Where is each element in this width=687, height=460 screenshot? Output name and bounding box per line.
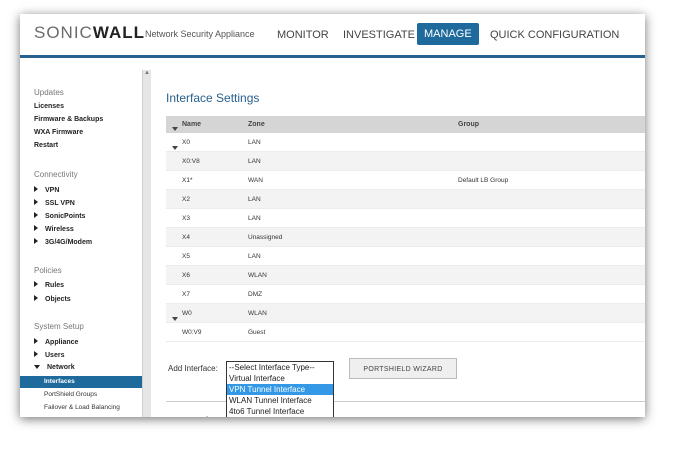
row-zone: WLAN [248, 310, 267, 317]
table-row[interactable]: X1* WAN Default LB Group [166, 171, 645, 190]
row-group: Default LB Group [458, 177, 509, 184]
expand-arrow-icon [34, 351, 38, 357]
table-row[interactable]: X2 LAN [166, 190, 645, 209]
table-row[interactable]: X5 LAN [166, 247, 645, 266]
row-name: X4 [182, 234, 190, 241]
sidebar-item-3g-4g-modem[interactable]: 3G/4G/Modem [34, 238, 92, 246]
row-zone: WLAN [248, 272, 267, 279]
table-row[interactable]: X4 Unassigned [166, 228, 645, 247]
panel-marker-icon: ▪ [206, 415, 208, 417]
expand-arrow-icon [34, 295, 38, 301]
column-group[interactable]: Group [458, 121, 479, 128]
sidebar-item-users[interactable]: Users [34, 351, 64, 359]
nav-monitor[interactable]: MONITOR [270, 25, 336, 45]
sidebar-item-licenses[interactable]: Licenses [34, 103, 64, 110]
table-row[interactable]: W0 WLAN [166, 304, 645, 323]
table-row[interactable]: W0:V9 Guest [166, 323, 645, 342]
row-name: X2 [182, 196, 190, 203]
sidebar-item-interfaces[interactable]: Interfaces [20, 376, 142, 388]
nav-quick-configuration[interactable]: QUICK CONFIGURATION [483, 25, 626, 45]
sidebar-item-restart[interactable]: Restart [34, 142, 58, 149]
expand-arrow-icon [34, 225, 38, 231]
sidebar-item-wxa-firmware[interactable]: WXA Firmware [34, 129, 83, 136]
column-name[interactable]: Name [182, 121, 201, 128]
expand-arrow-icon [34, 238, 38, 244]
sidebar-section-system-setup: System Setup [34, 322, 84, 331]
table-row[interactable]: X6 WLAN [166, 266, 645, 285]
table-row[interactable]: X0:V8 LAN [166, 152, 645, 171]
row-zone: LAN [248, 215, 261, 222]
dropdown-option[interactable]: 4to6 Tunnel Interface [227, 406, 333, 417]
row-name: X1* [182, 177, 193, 184]
row-zone: LAN [248, 196, 261, 203]
row-name: W0:V9 [182, 329, 202, 336]
dropdown-option-highlighted[interactable]: VPN Tunnel Interface [227, 384, 333, 395]
row-zone: WAN [248, 177, 263, 184]
row-name: X3 [182, 215, 190, 222]
add-interface-label: Add Interface: [168, 364, 218, 373]
sidebar-item-sonicpoints[interactable]: SonicPoints [34, 212, 85, 220]
row-zone: LAN [248, 253, 261, 260]
row-zone: Unassigned [248, 234, 283, 241]
dropdown-option[interactable]: WLAN Tunnel Interface [227, 395, 333, 406]
expand-arrow-icon [34, 212, 38, 218]
row-name: X7 [182, 291, 190, 298]
row-zone: LAN [248, 158, 261, 165]
row-name: W0 [182, 310, 192, 317]
table-row[interactable]: X0 LAN [166, 133, 645, 152]
sidebar-item-failover-load-balancing[interactable]: Failover & Load Balancing [44, 404, 120, 411]
sonicwall-logo: SONICWALL [34, 23, 145, 42]
sidebar-item-portshield-groups[interactable]: PortShield Groups [44, 391, 97, 398]
scroll-up-icon[interactable]: ▲ [143, 70, 151, 78]
row-zone: DMZ [248, 291, 263, 298]
sidebar-item-ssl-vpn[interactable]: SSL VPN [34, 199, 75, 207]
page-title: Interface Settings [166, 91, 260, 105]
row-zone: Guest [248, 329, 266, 336]
sidebar-section-updates: Updates [34, 88, 64, 97]
sidebar-section-connectivity: Connectivity [34, 170, 78, 179]
product-name: Network Security Appliance [145, 29, 255, 39]
collapse-arrow-icon [34, 365, 40, 369]
table-row[interactable]: X3 LAN [166, 209, 645, 228]
table-row[interactable]: X7 DMZ [166, 285, 645, 304]
expand-arrow-icon [34, 199, 38, 205]
expand-arrow-icon [34, 338, 38, 344]
sidebar-scrollbar[interactable]: ▲ [142, 70, 151, 417]
sidebar-item-appliance[interactable]: Appliance [34, 338, 78, 346]
dropdown-option[interactable]: Virtual Interface [227, 373, 333, 384]
sidebar-section-policies: Policies [34, 266, 62, 275]
expand-arrow-icon [34, 186, 38, 192]
table-header: Name Zone Group [166, 116, 645, 133]
dropdown-option[interactable]: --Select Interface Type-- [227, 362, 333, 373]
expand-arrow-icon [34, 281, 38, 287]
add-interface-dropdown[interactable]: --Select Interface Type-- Virtual Interf… [226, 361, 334, 417]
nav-manage[interactable]: MANAGE [417, 23, 479, 45]
sidebar-item-objects[interactable]: Objects [34, 295, 71, 303]
sidebar-item-wireless[interactable]: Wireless [34, 225, 74, 233]
portshield-wizard-button[interactable]: PORTSHIELD WIZARD [349, 358, 457, 379]
sidebar-item-vpn[interactable]: VPN [34, 186, 59, 194]
row-name: X5 [182, 253, 190, 260]
row-zone: LAN [248, 139, 261, 146]
column-zone[interactable]: Zone [248, 121, 265, 128]
sidebar-item-firmware-backups[interactable]: Firmware & Backups [34, 116, 103, 123]
top-bar: SONICWALL Network Security Appliance MON… [20, 14, 645, 58]
main-content: Interface Settings Name Zone Group X0 LA… [166, 58, 645, 417]
app-window: SONICWALL Network Security Appliance MON… [20, 14, 645, 417]
row-name: X0:V8 [182, 158, 200, 165]
row-name: X0 [182, 139, 190, 146]
row-name: X6 [182, 272, 190, 279]
nav-investigate[interactable]: INVESTIGATE [336, 25, 422, 45]
sidebar-item-network[interactable]: Network [34, 364, 75, 371]
sidebar: Updates Licenses Firmware & Backups WXA … [20, 58, 142, 417]
sidebar-item-rules[interactable]: Rules [34, 281, 64, 289]
